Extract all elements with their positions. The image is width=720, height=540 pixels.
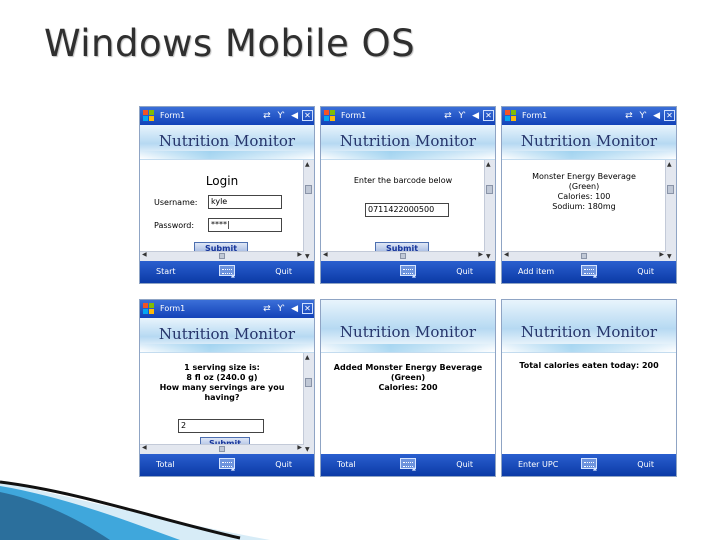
softkey-add-item[interactable]: Add item [518, 267, 554, 276]
horizontal-scrollbar[interactable]: ◀ ▶ [140, 251, 304, 261]
app-banner: Nutrition Monitor [140, 125, 314, 160]
product-info: Monster Energy Beverage (Green) Calories… [502, 172, 666, 212]
banner-title: Nutrition Monitor [520, 323, 658, 341]
app-banner: Nutrition Monitor [321, 125, 495, 160]
total-content: Total calories eaten today: 200 [502, 353, 676, 445]
product-calories: Calories: 100 [557, 192, 611, 201]
status-tray-icon: ⇄ Ƴ ◀ [263, 304, 300, 314]
soft-key-bar: Enter UPC ▲ Quit [502, 454, 676, 476]
vertical-scrollbar[interactable]: ▲ ▼ [303, 160, 314, 261]
barcode-input[interactable]: 0711422000500 [365, 203, 449, 217]
banner-title: Nutrition Monitor [339, 323, 477, 341]
product-sodium: Sodium: 180mg [552, 202, 616, 211]
screen-login: Form1 ⇄ Ƴ ◀ ✕ Nutrition Monitor Login Us… [139, 106, 315, 284]
added-message: Added Monster Energy Beverage [333, 363, 483, 372]
softkey-quit[interactable]: Quit [637, 460, 654, 469]
form-title: Form1 [341, 111, 367, 120]
password-label: Password: [154, 221, 195, 230]
softkey-quit[interactable]: Quit [275, 267, 292, 276]
windows-start-icon[interactable] [505, 110, 517, 122]
banner-title: Nutrition Monitor [158, 132, 296, 150]
product-name: Monster Energy Beverage [532, 172, 636, 181]
serving-size-value: 8 fl oz (240.0 g) [186, 373, 258, 382]
title-bar: Form1 ⇄ Ƴ ◀ ✕ [502, 107, 676, 125]
barcode-prompt: Enter the barcode below [353, 176, 453, 185]
close-icon[interactable]: ✕ [664, 110, 675, 121]
added-calories: Calories: 200 [378, 383, 438, 392]
screen-total: Nutrition Monitor Total calories eaten t… [501, 299, 677, 477]
title-bar: Form1 ⇄ Ƴ ◀ ✕ [140, 300, 314, 318]
form-title: Form1 [160, 111, 186, 120]
banner-title: Nutrition Monitor [158, 325, 296, 343]
screen-product: Form1 ⇄ Ƴ ◀ ✕ Nutrition Monitor Monster … [501, 106, 677, 284]
banner-title: Nutrition Monitor [520, 132, 658, 150]
windows-start-icon[interactable] [143, 110, 155, 122]
app-banner: Nutrition Monitor [321, 300, 495, 353]
vertical-scrollbar[interactable]: ▲ ▼ [484, 160, 495, 261]
close-icon[interactable]: ✕ [483, 110, 494, 121]
username-input[interactable]: kyle [208, 195, 282, 209]
soft-key-bar: Add item ▲ Quit [502, 261, 676, 283]
servings-question: How many servings are you [159, 383, 285, 392]
status-tray-icon: ⇄ Ƴ ◀ [625, 111, 662, 121]
title-bar: Form1 ⇄ Ƴ ◀ ✕ [140, 107, 314, 125]
status-tray-icon: ⇄ Ƴ ◀ [444, 111, 481, 121]
softkey-quit[interactable]: Quit [275, 460, 292, 469]
screen-barcode: Form1 ⇄ Ƴ ◀ ✕ Nutrition Monitor Enter th… [320, 106, 496, 284]
vertical-scrollbar[interactable]: ▲ ▼ [303, 353, 314, 454]
barcode-content: Enter the barcode below 0711422000500 Su… [321, 160, 485, 255]
close-icon[interactable]: ✕ [302, 303, 313, 314]
password-input[interactable]: ****| [208, 218, 282, 232]
horizontal-scrollbar[interactable]: ◀ ▶ [502, 251, 666, 261]
app-banner: Nutrition Monitor [502, 300, 676, 353]
softkey-quit[interactable]: Quit [456, 267, 473, 276]
banner-title: Nutrition Monitor [339, 132, 477, 150]
soft-key-bar: Start ▲ Quit [140, 261, 314, 283]
form-title: Form1 [160, 304, 186, 313]
app-banner: Nutrition Monitor [502, 125, 676, 160]
softkey-start[interactable]: Start [156, 267, 176, 276]
app-banner: Nutrition Monitor [140, 318, 314, 353]
product-variant: (Green) [568, 182, 600, 191]
login-heading: Login [205, 174, 239, 188]
softkey-quit[interactable]: Quit [456, 460, 473, 469]
form-title: Form1 [522, 111, 548, 120]
servings-question-cont: having? [204, 393, 240, 402]
product-content: Monster Energy Beverage (Green) Calories… [502, 160, 666, 252]
total-calories-message: Total calories eaten today: 200 [519, 361, 659, 370]
close-icon[interactable]: ✕ [302, 110, 313, 121]
title-bar: Form1 ⇄ Ƴ ◀ ✕ [321, 107, 495, 125]
login-content: Login Username: kyle Password: ****| Sub… [140, 160, 304, 255]
horizontal-scrollbar[interactable]: ◀ ▶ [321, 251, 485, 261]
soft-key-bar: ▲ Quit [321, 261, 495, 283]
decorative-swoosh [0, 480, 270, 540]
serving-info: 1 serving size is: 8 fl oz (240.0 g) How… [140, 363, 304, 403]
serving-size-label: 1 serving size is: [184, 363, 260, 372]
username-label: Username: [154, 198, 198, 207]
soft-key-bar: Total ▲ Quit [321, 454, 495, 476]
added-info: Added Monster Energy Beverage (Green) Ca… [321, 363, 495, 393]
softkey-enter-upc[interactable]: Enter UPC [518, 460, 558, 469]
screen-added: Nutrition Monitor Added Monster Energy B… [320, 299, 496, 477]
slide-title: Windows Mobile OS [44, 22, 416, 65]
softkey-total[interactable]: Total [337, 460, 356, 469]
softkey-quit[interactable]: Quit [637, 267, 654, 276]
vertical-scrollbar[interactable]: ▲ ▼ [665, 160, 676, 261]
windows-start-icon[interactable] [143, 303, 155, 315]
added-variant: (Green) [390, 373, 426, 382]
added-content: Added Monster Energy Beverage (Green) Ca… [321, 353, 495, 445]
status-tray-icon: ⇄ Ƴ ◀ [263, 111, 300, 121]
windows-start-icon[interactable] [324, 110, 336, 122]
